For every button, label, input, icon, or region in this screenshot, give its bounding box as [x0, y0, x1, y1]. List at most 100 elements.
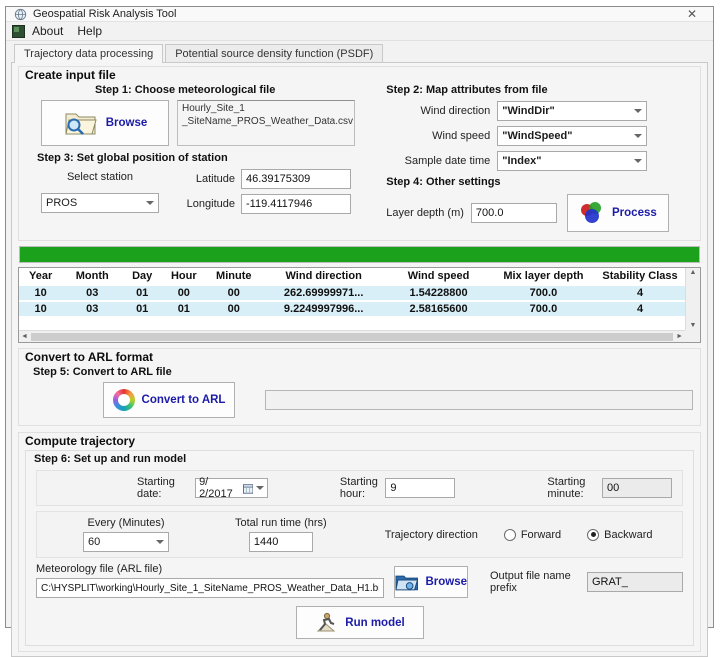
browse-met-csv-button[interactable]: Browse [41, 100, 169, 146]
folder-icon [395, 572, 418, 592]
backward-radio[interactable]: Backward [587, 529, 652, 541]
sample-date-time-label: Sample date time [386, 155, 490, 167]
scrollbar-thumb[interactable] [31, 333, 673, 341]
table-row[interactable]: 10 03 01 00 00 262.69999971... 1.5422880… [19, 285, 685, 301]
table-header-row: Year Month Day Hour Minute Wind directio… [19, 268, 685, 285]
col-wind-speed[interactable]: Wind speed [385, 268, 492, 285]
scrollbar-corner [685, 330, 700, 342]
browse-arl-label: Browse [425, 576, 467, 588]
tab-trajectory-data-processing[interactable]: Trajectory data processing [14, 44, 163, 63]
scroll-left-icon[interactable]: ◄ [21, 333, 28, 340]
forward-radio[interactable]: Forward [504, 529, 561, 541]
cell: 9.2249997996... [262, 301, 385, 316]
step2-title: Step 2: Map attributes from file [386, 84, 694, 96]
create-input-group: Create input file Step 1: Choose meteoro… [18, 66, 701, 241]
convert-group-title: Convert to ARL format [25, 350, 694, 364]
run-config-panel: Every (Minutes) 60 Total run time (hrs) … [36, 511, 683, 558]
wind-speed-combobox[interactable]: "WindSpeed" [497, 126, 647, 146]
output-prefix-field[interactable] [587, 572, 683, 592]
weather-data-table[interactable]: Year Month Day Hour Minute Wind directio… [18, 267, 701, 343]
runner-icon [314, 611, 338, 635]
total-run-time-label: Total run time (hrs) [235, 517, 327, 529]
wind-direction-combobox[interactable]: "WindDir" [497, 101, 647, 121]
step5-title: Step 5: Convert to ARL file [33, 366, 694, 378]
met-file-path-field[interactable] [36, 578, 384, 598]
station-combobox[interactable]: PROS [41, 193, 159, 213]
compute-group-title: Compute trajectory [25, 434, 694, 448]
backward-label: Backward [604, 529, 652, 541]
menu-about[interactable]: About [25, 22, 70, 40]
cell: 700.0 [492, 301, 595, 316]
every-minutes-combobox[interactable]: 60 [83, 532, 169, 552]
process-button[interactable]: Process [567, 194, 669, 232]
cell: 4 [595, 285, 685, 301]
cell: 01 [122, 285, 162, 301]
col-month[interactable]: Month [62, 268, 122, 285]
cell: 00 [205, 285, 262, 301]
latitude-field[interactable] [241, 169, 351, 189]
every-minutes-label: Every (Minutes) [87, 517, 164, 529]
window-title: Geospatial Risk Analysis Tool [33, 8, 176, 20]
wind-direction-label: Wind direction [386, 105, 490, 117]
cell: 10 [19, 285, 62, 301]
col-hour[interactable]: Hour [162, 268, 205, 285]
starting-date-value: 9/ 2/2017 [199, 476, 242, 500]
scroll-up-icon[interactable]: ▲ [690, 269, 697, 276]
table-horizontal-scrollbar[interactable]: ◄ ► [19, 330, 685, 342]
wind-speed-value: "WindSpeed" [502, 130, 572, 142]
convert-to-arl-button[interactable]: Convert to ARL [103, 382, 235, 418]
step4-title: Step 4: Other settings [386, 176, 694, 188]
forward-label: Forward [521, 529, 561, 541]
start-time-panel: Starting date: 9/ 2/2017 [36, 470, 683, 506]
every-minutes-value: 60 [88, 536, 100, 548]
process-label: Process [612, 207, 657, 219]
starting-hour-label: Starting hour: [340, 476, 382, 500]
title-bar: Geospatial Risk Analysis Tool ✕ [6, 7, 713, 21]
scroll-down-icon[interactable]: ▼ [690, 322, 697, 329]
selected-met-file-name: Hourly_Site_1 _SiteName_PROS_Weather_Dat… [177, 100, 355, 146]
run-model-button[interactable]: Run model [296, 606, 424, 639]
wind-speed-label: Wind speed [386, 130, 490, 142]
tab-psdf[interactable]: Potential source density function (PSDF) [165, 44, 383, 62]
step6-title: Step 6: Set up and run model [34, 453, 685, 465]
col-year[interactable]: Year [19, 268, 62, 285]
app-icon [14, 8, 27, 21]
close-button[interactable]: ✕ [675, 7, 709, 21]
layer-depth-field[interactable] [471, 203, 557, 223]
table-vertical-scrollbar[interactable]: ▲ ▼ [685, 268, 700, 330]
app-window: Geospatial Risk Analysis Tool ✕ About He… [5, 6, 714, 628]
cell: 01 [122, 301, 162, 316]
table-row[interactable]: 10 03 01 01 00 9.2249997996... 2.5816560… [19, 301, 685, 316]
cell: 700.0 [492, 285, 595, 301]
met-file-label: Meteorology file (ARL file) [36, 563, 384, 575]
menu-bar: About Help [6, 21, 713, 41]
compute-trajectory-group: Compute trajectory Step 6: Set up and ru… [18, 432, 701, 652]
sample-date-time-combobox[interactable]: "Index" [497, 151, 647, 171]
cell: 00 [162, 285, 205, 301]
latitude-label: Latitude [173, 173, 235, 185]
tab-strip: Trajectory data processing Potential sou… [6, 41, 713, 62]
starting-hour-field[interactable] [385, 478, 455, 498]
color-wheel-icon [113, 389, 135, 411]
chevron-down-icon [634, 159, 642, 163]
cell: 03 [62, 301, 122, 316]
col-wind-direction[interactable]: Wind direction [262, 268, 385, 285]
starting-minute-field [602, 478, 672, 498]
col-stability-class[interactable]: Stability Class [595, 268, 685, 285]
col-minute[interactable]: Minute [205, 268, 262, 285]
scroll-right-icon[interactable]: ► [676, 333, 683, 340]
menu-help[interactable]: Help [70, 22, 109, 40]
col-day[interactable]: Day [122, 268, 162, 285]
cell: 262.69999971... [262, 285, 385, 301]
station-value: PROS [46, 197, 77, 209]
select-station-label: Select station [41, 171, 159, 183]
col-mix-layer-depth[interactable]: Mix layer depth [492, 268, 595, 285]
chevron-down-icon [634, 109, 642, 113]
met-file-row: Meteorology file (ARL file) Browse Outpu… [36, 563, 683, 598]
cell: 4 [595, 301, 685, 316]
total-run-time-field[interactable] [249, 532, 313, 552]
layer-depth-label: Layer depth (m) [386, 207, 464, 219]
starting-date-picker[interactable]: 9/ 2/2017 [195, 478, 268, 498]
browse-arl-file-button[interactable]: Browse [394, 566, 468, 598]
longitude-field[interactable] [241, 194, 351, 214]
